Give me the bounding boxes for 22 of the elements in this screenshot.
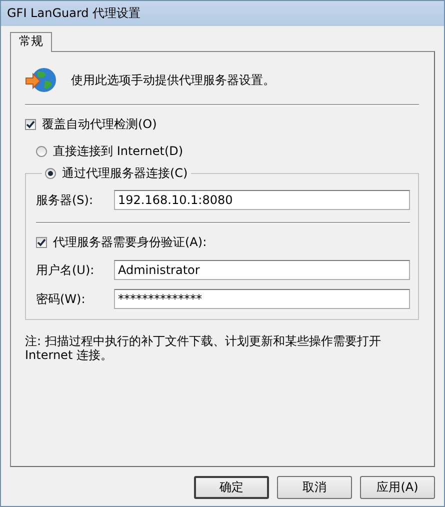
window-title: GFI LanGuard 代理设置 bbox=[1, 1, 444, 26]
tab[interactable]: 常规 bbox=[10, 32, 52, 52]
field-label: 服务器(S): bbox=[36, 192, 94, 208]
field-label: 密码(W): bbox=[36, 290, 86, 308]
note-text: 注: 扫描过程中执行的补丁文件下载、计划更新和某些操作需要打开 Internet 连接。 bbox=[25, 334, 382, 362]
input-field[interactable]: ************** bbox=[114, 289, 410, 309]
checkbox-label: 覆盖自动代理检测(O) bbox=[42, 116, 157, 132]
input-field[interactable]: Administrator bbox=[114, 260, 410, 280]
checkbox[interactable] bbox=[25, 118, 36, 130]
radio-button[interactable] bbox=[45, 168, 56, 178]
dialog-button[interactable]: 取消 bbox=[277, 476, 352, 498]
radio-label: 通过代理服务器连接(C) bbox=[62, 164, 188, 182]
globe-icon bbox=[25, 66, 57, 94]
radio-button[interactable] bbox=[36, 146, 47, 156]
checkbox[interactable] bbox=[36, 236, 47, 248]
field-label: 用户名(U): bbox=[36, 262, 96, 278]
dialog-button[interactable]: 应用(A) bbox=[360, 476, 435, 498]
input-field[interactable]: 192.168.10.1:8080 bbox=[114, 190, 410, 210]
radio-label: 直接连接到 Internet(D) bbox=[53, 142, 184, 160]
checkbox-label: 代理服务器需要身份验证(A): bbox=[53, 234, 207, 250]
dialog-button[interactable]: 确定 bbox=[194, 476, 269, 498]
description-text: 使用此选项手动提供代理服务器设置。 bbox=[71, 72, 275, 88]
